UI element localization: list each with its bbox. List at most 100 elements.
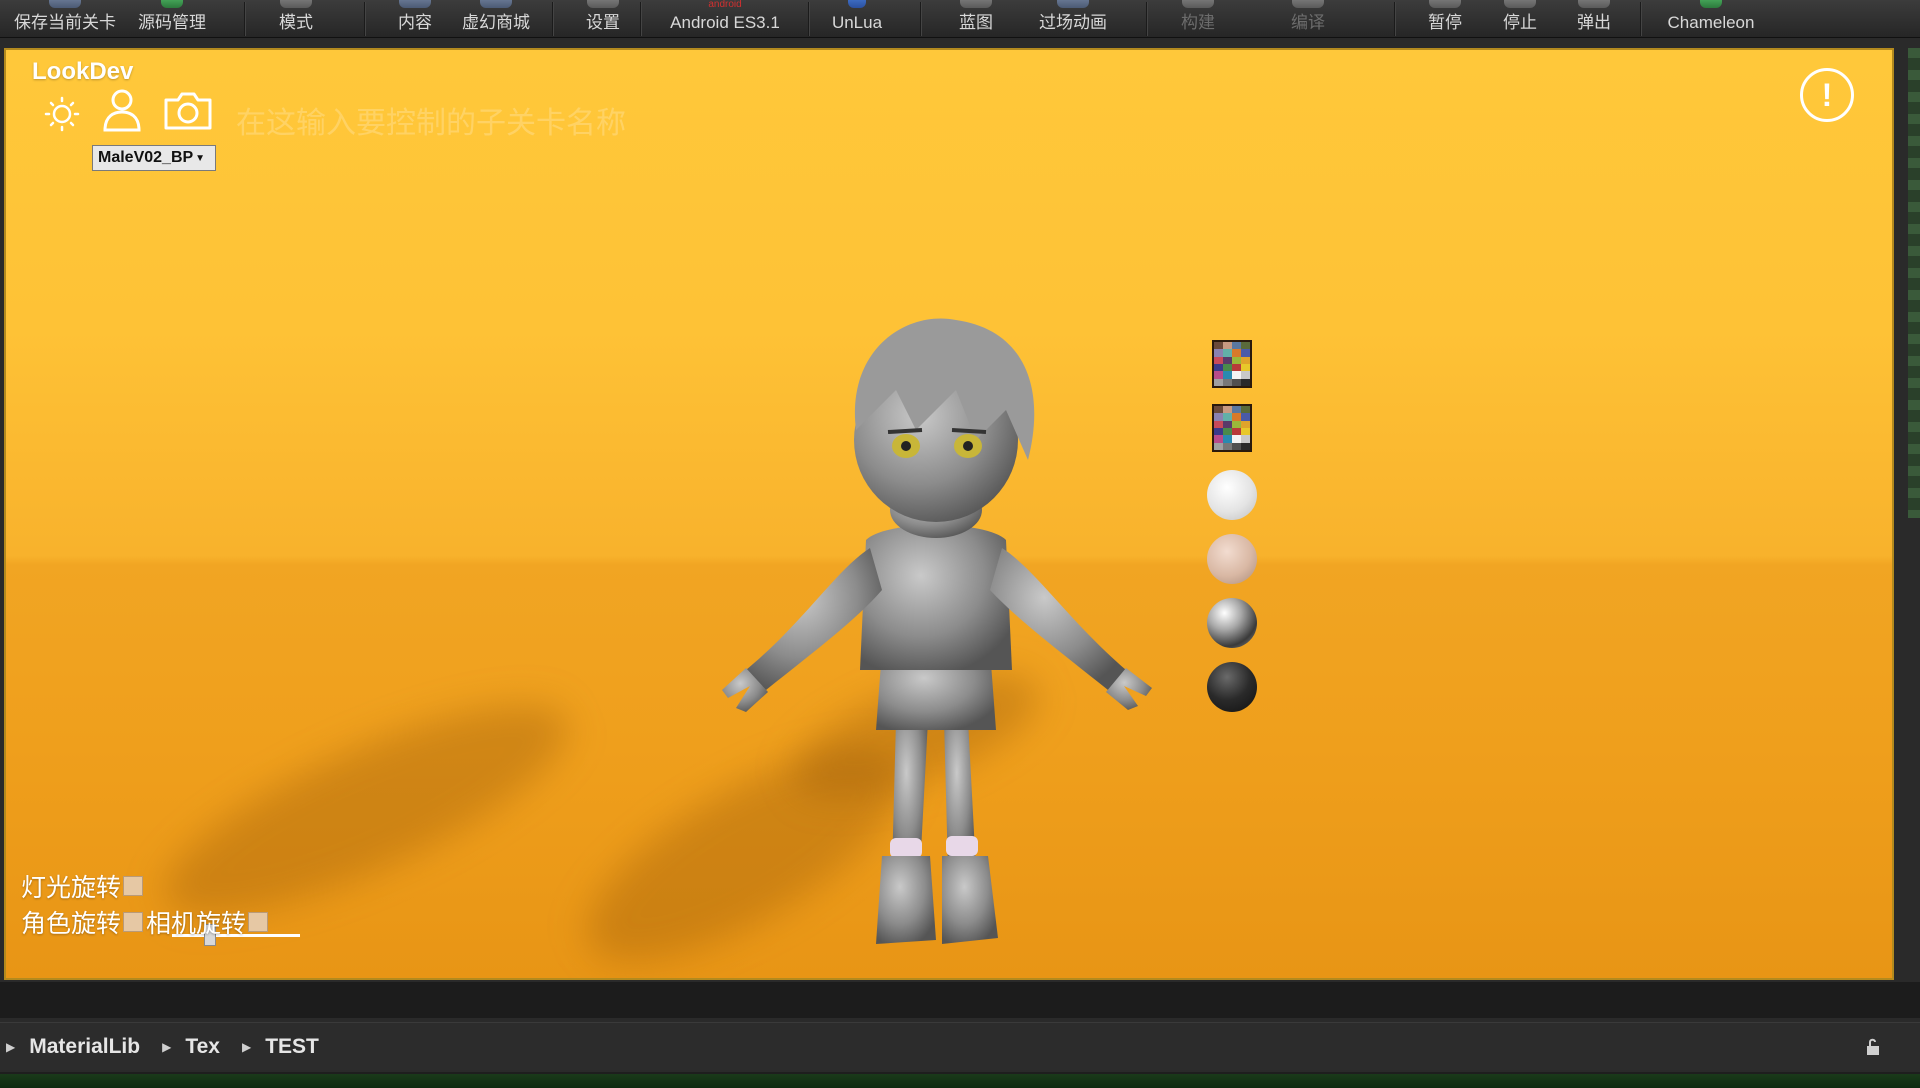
- unlua-button[interactable]: UnLua: [830, 0, 884, 38]
- pause-icon: [1429, 0, 1461, 8]
- level-name-hint: 在这输入要控制的子关卡名称: [236, 107, 626, 140]
- save-icon: [49, 0, 81, 8]
- stop-icon: [1504, 0, 1536, 8]
- blueprints-button[interactable]: 蓝图: [958, 0, 994, 38]
- color-checker-cell: [1241, 435, 1250, 443]
- toolbar-separator: [552, 2, 554, 36]
- camera-icon[interactable]: [162, 90, 214, 132]
- camera-rotate-label: 相机旋转: [146, 910, 247, 938]
- breadcrumb-arrow-icon[interactable]: ▶: [162, 1040, 171, 1054]
- color-checker-cell: [1232, 428, 1241, 436]
- blueprint-icon: [960, 0, 992, 8]
- color-checker-cell: [1232, 356, 1241, 364]
- unlua-icon: [848, 0, 866, 8]
- color-checker-cell: [1214, 356, 1223, 364]
- build-button[interactable]: 构建: [1180, 0, 1216, 38]
- content-button[interactable]: 内容: [392, 0, 438, 38]
- color-checker-cell: [1232, 364, 1241, 372]
- breadcrumb: ▶ MaterialLib ▶ Tex ▶ TEST: [0, 1022, 1920, 1070]
- save-level-label: 保存当前关卡: [14, 13, 116, 32]
- black-sphere-swatch[interactable]: [1207, 662, 1257, 712]
- pause-button[interactable]: 暂停: [1426, 0, 1464, 38]
- color-checker-cell: [1214, 428, 1223, 436]
- color-checker-cell: [1214, 364, 1223, 372]
- source-control-label: 源码管理: [138, 13, 206, 32]
- stop-button[interactable]: 停止: [1502, 0, 1538, 38]
- cinematics-button[interactable]: 过场动画: [1038, 0, 1108, 38]
- light-rotate-checkbox[interactable]: [123, 876, 144, 896]
- color-checker-cell: [1223, 349, 1232, 357]
- modes-icon: [280, 0, 312, 8]
- modes-label: 模式: [279, 13, 313, 32]
- toolbar-separator: [808, 2, 810, 36]
- save-level-button[interactable]: 保存当前关卡: [10, 0, 120, 38]
- chrome-sphere-swatch[interactable]: [1207, 598, 1257, 648]
- preview-platform-button[interactable]: android Android ES3.1: [664, 0, 786, 38]
- breadcrumb-arrow-icon[interactable]: ▶: [242, 1040, 251, 1054]
- settings-button[interactable]: 设置: [580, 0, 626, 38]
- lookdev-viewport[interactable]: LookDev 在这输入要控制的子关卡名称 MaleV02_BP ▼ ! 灯光旋…: [4, 48, 1894, 980]
- color-checker-cell: [1223, 413, 1232, 421]
- color-checker-cell: [1223, 435, 1232, 443]
- character-rotate-label: 角色旋转: [21, 910, 122, 938]
- breadcrumb-item[interactable]: MaterialLib: [29, 1035, 140, 1059]
- white-sphere-swatch[interactable]: [1207, 470, 1257, 520]
- character-model[interactable]: [706, 290, 1166, 980]
- eject-button[interactable]: 弹出: [1576, 0, 1612, 38]
- marketplace-button[interactable]: 虚幻商城: [460, 0, 532, 38]
- color-checker-swatch-2[interactable]: [1212, 404, 1252, 452]
- warning-button[interactable]: !: [1800, 68, 1854, 122]
- character-rotate-checkbox[interactable]: [123, 912, 144, 932]
- right-panel-edge: [1908, 48, 1920, 518]
- status-strip: [0, 1072, 1920, 1088]
- build-label: 构建: [1181, 13, 1215, 32]
- color-checker-cell: [1223, 420, 1232, 428]
- lookdev-title: LookDev: [32, 58, 134, 85]
- compile-label: 编译: [1291, 13, 1325, 32]
- camera-rotate-checkbox[interactable]: [248, 912, 269, 932]
- content-icon: [399, 0, 431, 8]
- chameleon-button[interactable]: Chameleon: [1664, 0, 1758, 38]
- marketplace-icon: [480, 0, 512, 8]
- lock-icon[interactable]: [1864, 1037, 1884, 1057]
- color-checker-cell: [1232, 435, 1241, 443]
- character-select[interactable]: MaleV02_BP ▼: [92, 145, 216, 171]
- toolbar-separator: [1394, 2, 1396, 36]
- source-control-button[interactable]: 源码管理: [132, 0, 212, 38]
- color-checker-cell: [1223, 371, 1232, 379]
- chameleon-label: Chameleon: [1667, 13, 1755, 32]
- color-checker-cell: [1223, 406, 1232, 414]
- color-checker-cell: [1223, 378, 1232, 386]
- android-icon: android: [708, 0, 742, 10]
- toolbar-separator: [364, 2, 366, 36]
- content-label: 内容: [398, 13, 432, 32]
- toolbar-separator: [1146, 2, 1148, 36]
- modes-button[interactable]: 模式: [270, 0, 322, 38]
- skin-sphere-swatch[interactable]: [1207, 534, 1257, 584]
- color-checker-cell: [1241, 378, 1250, 386]
- color-checker-cell: [1241, 349, 1250, 357]
- compile-icon: [1292, 0, 1324, 8]
- toolbar-separator: [920, 2, 922, 36]
- toolbar-separator: [1640, 2, 1642, 36]
- compile-button[interactable]: 编译: [1290, 0, 1326, 38]
- color-checker-cell: [1214, 442, 1223, 450]
- person-icon[interactable]: [100, 86, 144, 134]
- color-checker-cell: [1232, 371, 1241, 379]
- breadcrumb-item[interactable]: TEST: [265, 1035, 319, 1059]
- color-checker-cell: [1223, 442, 1232, 450]
- rotate-options-row: 角色旋转 相机旋转: [21, 904, 271, 940]
- color-checker-cell: [1223, 428, 1232, 436]
- stop-label: 停止: [1503, 13, 1537, 32]
- warning-icon: !: [1821, 76, 1833, 113]
- pause-label: 暂停: [1428, 13, 1462, 32]
- sun-icon[interactable]: [36, 92, 88, 136]
- breadcrumb-arrow-icon[interactable]: ▶: [6, 1040, 15, 1054]
- breadcrumb-item[interactable]: Tex: [185, 1035, 220, 1059]
- color-checker-cell: [1241, 342, 1250, 350]
- settings-label: 设置: [586, 13, 620, 32]
- color-checker-cell: [1214, 349, 1223, 357]
- color-checker-cell: [1232, 442, 1241, 450]
- color-checker-cell: [1223, 356, 1232, 364]
- color-checker-swatch[interactable]: [1212, 340, 1252, 388]
